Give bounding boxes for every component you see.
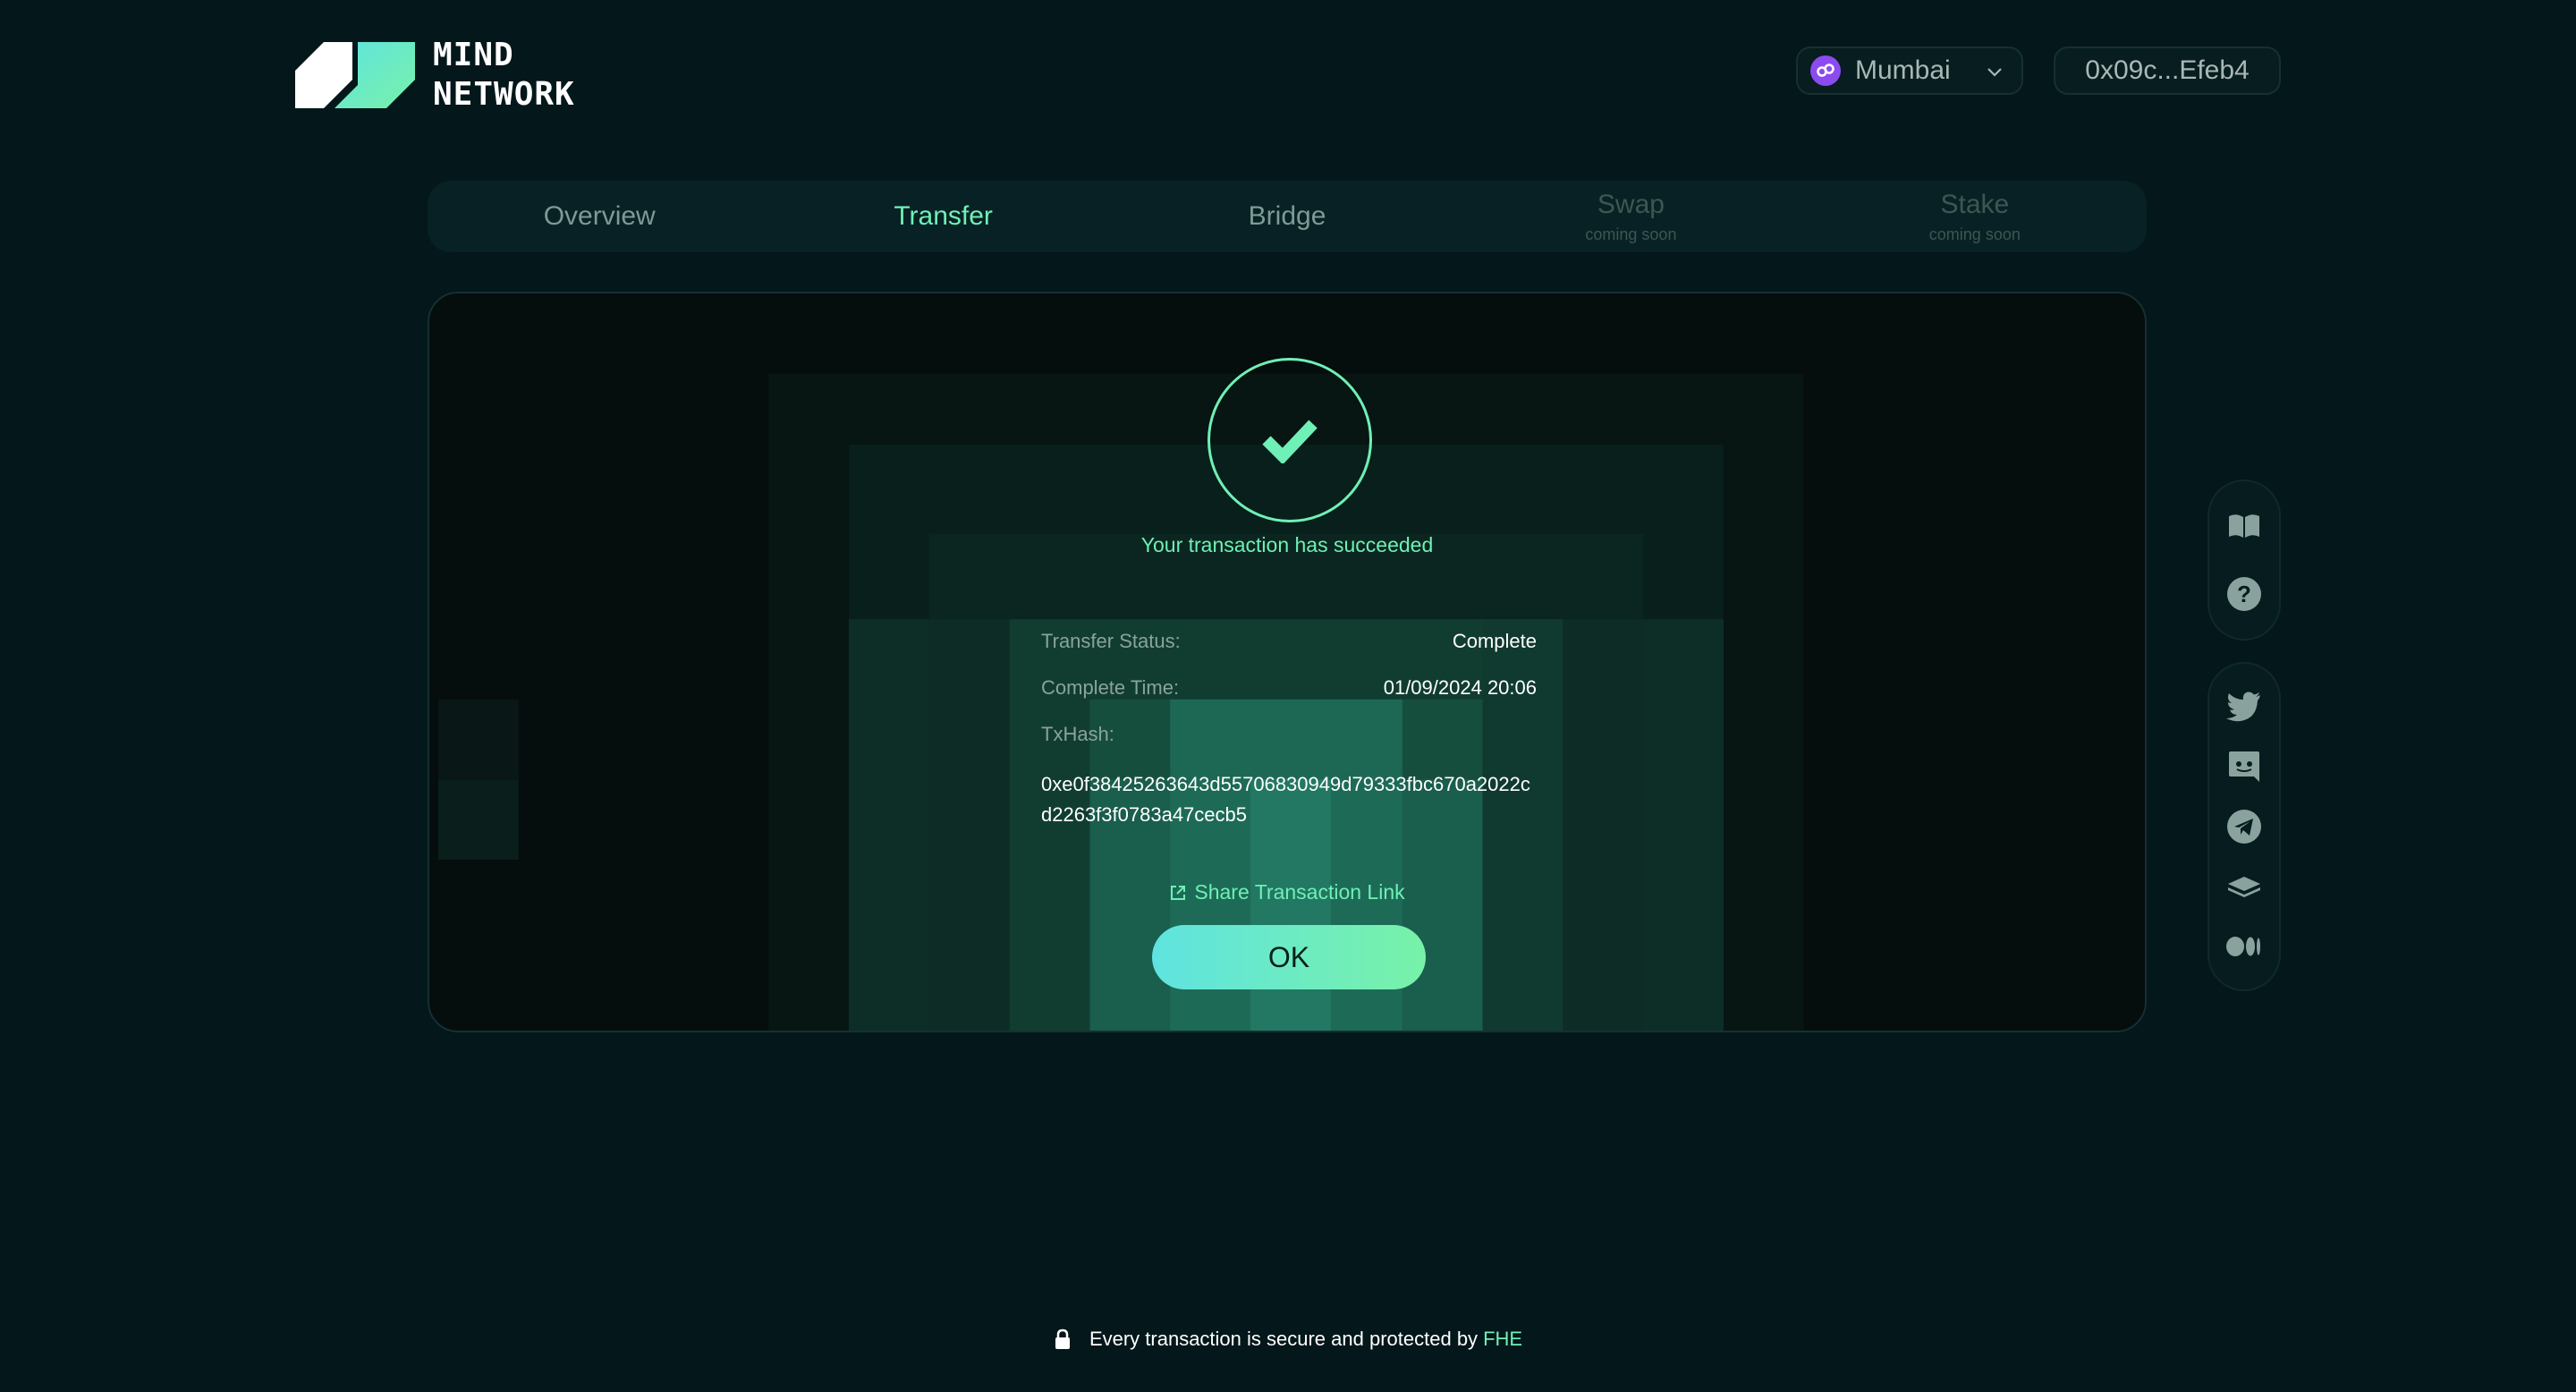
transfer-result-card: Your transaction has succeeded Transfer … [428,292,2147,1032]
external-link-icon [1171,885,1186,900]
share-transaction-link[interactable]: Share Transaction Link [429,880,2145,904]
success-message: Your transaction has succeeded [1140,533,1434,556]
detail-row-time: Complete Time: 01/09/2024 20:06 [1041,676,1537,723]
status-label: Transfer Status: [1041,630,1181,652]
polygon-icon [1810,55,1841,86]
time-value: 01/09/2024 20:06 [1383,676,1537,699]
chevron-down-icon [1987,68,2002,77]
footer-text: Every transaction is secure and protecte… [1089,1328,1479,1350]
detail-row-hash: TxHash: [1041,723,1537,769]
coming-soon-label: coming soon [1928,225,2021,243]
share-link-label: Share Transaction Link [1194,880,1405,904]
wallet-address-button[interactable]: 0x09c...Efeb4 [2054,47,2281,95]
network-label: Mumbai [1855,55,1951,85]
logo-line-2: NETWORK [433,76,575,113]
security-footer: Every transaction is secure and protecte… [0,1328,2576,1351]
tab-label: Bridge [1248,201,1326,231]
docs-book-icon[interactable] [2226,508,2262,544]
side-rail-social [2207,662,2281,991]
logo-wordmark: MIND NETWORK [433,36,575,115]
status-value: Complete [1452,630,1537,652]
telegram-icon[interactable] [2226,809,2262,845]
tab-label: Transfer [894,201,993,231]
tab-bridge[interactable]: Bridge [1115,181,1459,252]
help-icon[interactable]: ? [2226,576,2262,612]
network-selector[interactable]: Mumbai [1796,47,2023,95]
side-rail-docs: ? [2207,480,2281,641]
success-badge [1208,358,1372,522]
main-tabs: Overview Transfer Bridge Swap coming soo… [428,181,2147,252]
lock-icon [1055,1328,1070,1349]
ok-button[interactable]: OK [1152,925,1426,989]
detail-row-status: Transfer Status: Complete [1041,630,1537,676]
tab-label: Overview [543,201,656,231]
app-page: MIND NETWORK Mumbai 0x09c...Efeb4 Overvi… [0,0,2576,1392]
transaction-details: Transfer Status: Complete Complete Time:… [1041,630,1537,830]
discord-icon[interactable] [2226,749,2262,785]
logo-mark-icon [295,42,415,108]
svg-text:?: ? [2237,581,2251,607]
tx-hash-value: 0xe0f38425263643d55706830949d79333fbc670… [1041,773,1530,826]
tab-stake: Stake coming soon [1803,181,2147,252]
tab-label: Stake [1940,189,2010,219]
time-label: Complete Time: [1041,676,1180,699]
tab-swap: Swap coming soon [1459,181,1802,252]
coming-soon-label: coming soon [1585,225,1677,243]
gitbook-icon[interactable] [2226,869,2262,904]
medium-icon[interactable] [2226,929,2262,964]
tab-overview[interactable]: Overview [428,181,771,252]
fhe-link[interactable]: FHE [1483,1328,1522,1351]
logo-line-1: MIND [433,37,514,73]
tab-transfer[interactable]: Transfer [771,181,1114,252]
tab-label: Swap [1597,189,1665,219]
hash-label: TxHash: [1041,723,1114,745]
checkmark-icon [1262,420,1318,463]
mind-network-logo[interactable]: MIND NETWORK [295,36,575,115]
twitter-icon[interactable] [2226,689,2262,725]
